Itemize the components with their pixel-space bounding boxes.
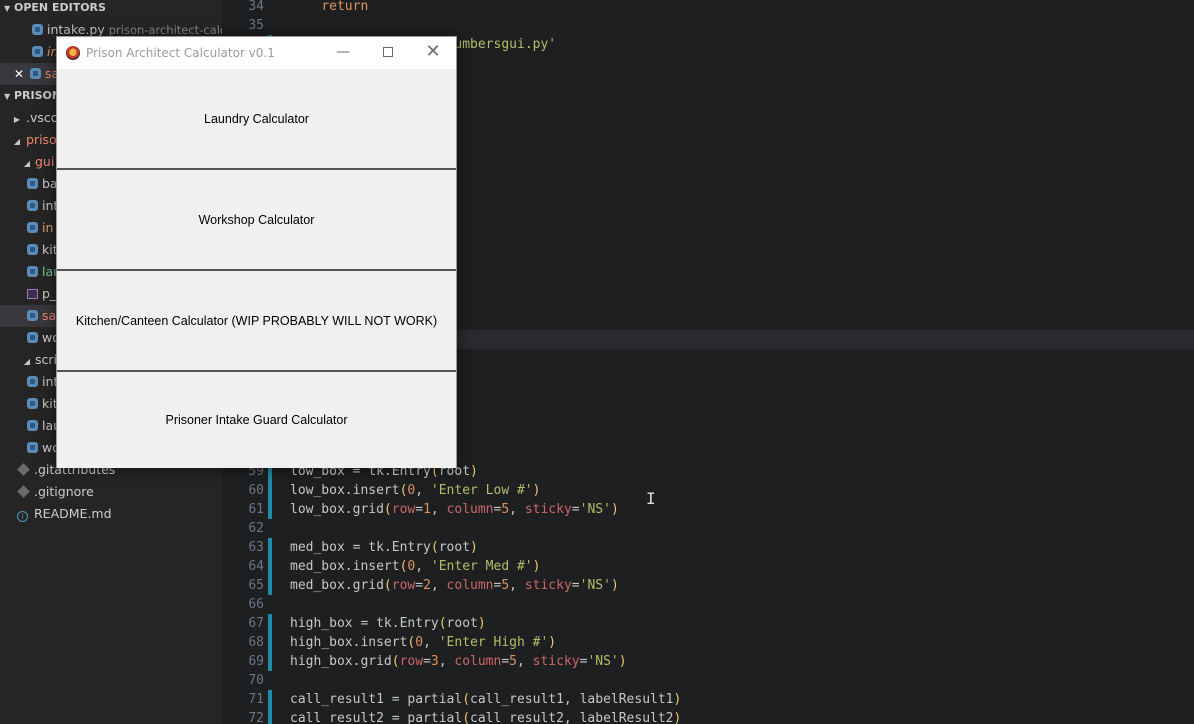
text-cursor-icon: I: [646, 489, 656, 508]
info-icon: i: [17, 511, 28, 522]
line-number: 61: [248, 502, 264, 517]
minimize-button[interactable]: —: [320, 37, 366, 69]
git-change-marker: [268, 652, 272, 671]
calculator-window: Prison Architect Calculator v0.1 — ✕ Lau…: [56, 36, 457, 468]
window-titlebar[interactable]: Prison Architect Calculator v0.1 — ✕: [57, 37, 456, 69]
code-line[interactable]: 68 high_box.insert(0, 'Enter High #'): [222, 633, 1194, 652]
line-number: 67: [248, 616, 264, 631]
line-number: 70: [248, 673, 264, 688]
git-change-marker: [268, 709, 272, 724]
close-icon: ✕: [425, 41, 441, 62]
python-file-icon: [27, 244, 38, 255]
git-change-marker: [268, 576, 272, 595]
maximize-button[interactable]: [365, 37, 411, 69]
git-change-marker: [268, 557, 272, 576]
maximize-icon: [383, 47, 393, 57]
line-number: 69: [248, 654, 264, 669]
line-number: 65: [248, 578, 264, 593]
line-number: 72: [248, 711, 264, 724]
code-text: low_box.insert(0, 'Enter Low #'): [290, 483, 541, 498]
window-title: Prison Architect Calculator v0.1: [86, 46, 275, 60]
code-line[interactable]: 62: [222, 519, 1194, 538]
python-file-icon: [32, 46, 43, 57]
line-number: 71: [248, 692, 264, 707]
git-icon: [17, 485, 30, 498]
python-file-icon: [27, 310, 38, 321]
line-number: 35: [248, 18, 264, 33]
python-file-icon: [27, 420, 38, 431]
code-line[interactable]: 71 call_result1 = partial(call_result1, l…: [222, 690, 1194, 709]
code-text: call_result1 = partial(call_result1, lab…: [290, 692, 682, 707]
git-icon: [17, 463, 30, 476]
line-number: 63: [248, 540, 264, 555]
chevron-right-icon: ▶: [13, 115, 21, 124]
git-change-marker: [268, 481, 272, 500]
chevron-down-icon: ◢: [23, 357, 31, 366]
code-line[interactable]: 61 low_box.grid(row=1, column=5, sticky='…: [222, 500, 1194, 519]
code-text: high_box.grid(row=3, column=5, sticky='N…: [290, 654, 627, 669]
python-file-icon: [32, 24, 43, 35]
close-button[interactable]: ✕: [410, 37, 456, 69]
git-change-marker: [268, 538, 272, 557]
python-file-icon: [27, 200, 38, 211]
git-change-marker: [268, 614, 272, 633]
code-text: med_box.insert(0, 'Enter Med #'): [290, 559, 541, 574]
image-file-icon: [27, 289, 38, 299]
code-text: call_result2 = partial(call_result2, lab…: [290, 711, 682, 724]
code-line[interactable]: 60 low_box.insert(0, 'Enter Low #'): [222, 481, 1194, 500]
python-file-icon: [30, 68, 41, 79]
code-text: high_box = tk.Entry(root): [290, 616, 486, 631]
chevron-down-icon: ▼: [4, 4, 11, 13]
code-line[interactable]: 72 call_result2 = partial(call_result2, l…: [222, 709, 1194, 724]
git-change-marker: [268, 633, 272, 652]
line-number: 68: [248, 635, 264, 650]
code-line[interactable]: 34 return: [222, 0, 1194, 16]
code-line[interactable]: 65 med_box.grid(row=2, column=5, sticky='…: [222, 576, 1194, 595]
code-line[interactable]: 35: [222, 16, 1194, 35]
code-text: return: [321, 0, 369, 14]
prisoner-intake-guard-calculator-button[interactable]: Prisoner Intake Guard Calculator: [57, 372, 456, 468]
python-file-icon: [27, 222, 38, 233]
workshop-calculator-button[interactable]: Workshop Calculator: [57, 170, 456, 269]
close-icon[interactable]: ✕: [12, 63, 26, 85]
line-number: 60: [248, 483, 264, 498]
code-text: med_box = tk.Entry(root): [290, 540, 478, 555]
file-item[interactable]: .gitignore: [0, 481, 222, 503]
kitchen-canteen-calculator-button[interactable]: Kitchen/Canteen Calculator (WIP PROBABLY…: [57, 271, 456, 370]
app-icon: [66, 46, 80, 60]
python-file-icon: [27, 178, 38, 189]
line-number: 62: [248, 521, 264, 536]
chevron-down-icon: ◢: [13, 137, 21, 146]
code-line[interactable]: 69 high_box.grid(row=3, column=5, sticky=…: [222, 652, 1194, 671]
open-editors-header[interactable]: ▼ OPEN EDITORS: [0, 0, 222, 19]
code-line[interactable]: 70: [222, 671, 1194, 690]
code-line[interactable]: 64 med_box.insert(0, 'Enter Med #'): [222, 557, 1194, 576]
minimize-icon: —: [336, 44, 350, 60]
code-line[interactable]: 66: [222, 595, 1194, 614]
git-change-marker: [268, 690, 272, 709]
python-file-icon: [27, 332, 38, 343]
python-file-icon: [27, 376, 38, 387]
line-number: 64: [248, 559, 264, 574]
chevron-down-icon: ◢: [23, 159, 31, 168]
code-text: high_box.insert(0, 'Enter High #'): [290, 635, 557, 650]
code-line[interactable]: 67 high_box = tk.Entry(root): [222, 614, 1194, 633]
python-file-icon: [27, 398, 38, 409]
git-change-marker: [268, 500, 272, 519]
code-line[interactable]: 63 med_box = tk.Entry(root): [222, 538, 1194, 557]
line-number: 34: [248, 0, 264, 14]
code-text: med_box.grid(row=2, column=5, sticky='NS…: [290, 578, 619, 593]
chevron-down-icon: ▼: [4, 92, 11, 101]
python-file-icon: [27, 266, 38, 277]
python-file-icon: [27, 442, 38, 453]
line-number: 66: [248, 597, 264, 612]
file-item[interactable]: i README.md: [0, 503, 222, 525]
laundry-calculator-button[interactable]: Laundry Calculator: [57, 69, 456, 168]
code-text: low_box.grid(row=1, column=5, sticky='NS…: [290, 502, 619, 517]
